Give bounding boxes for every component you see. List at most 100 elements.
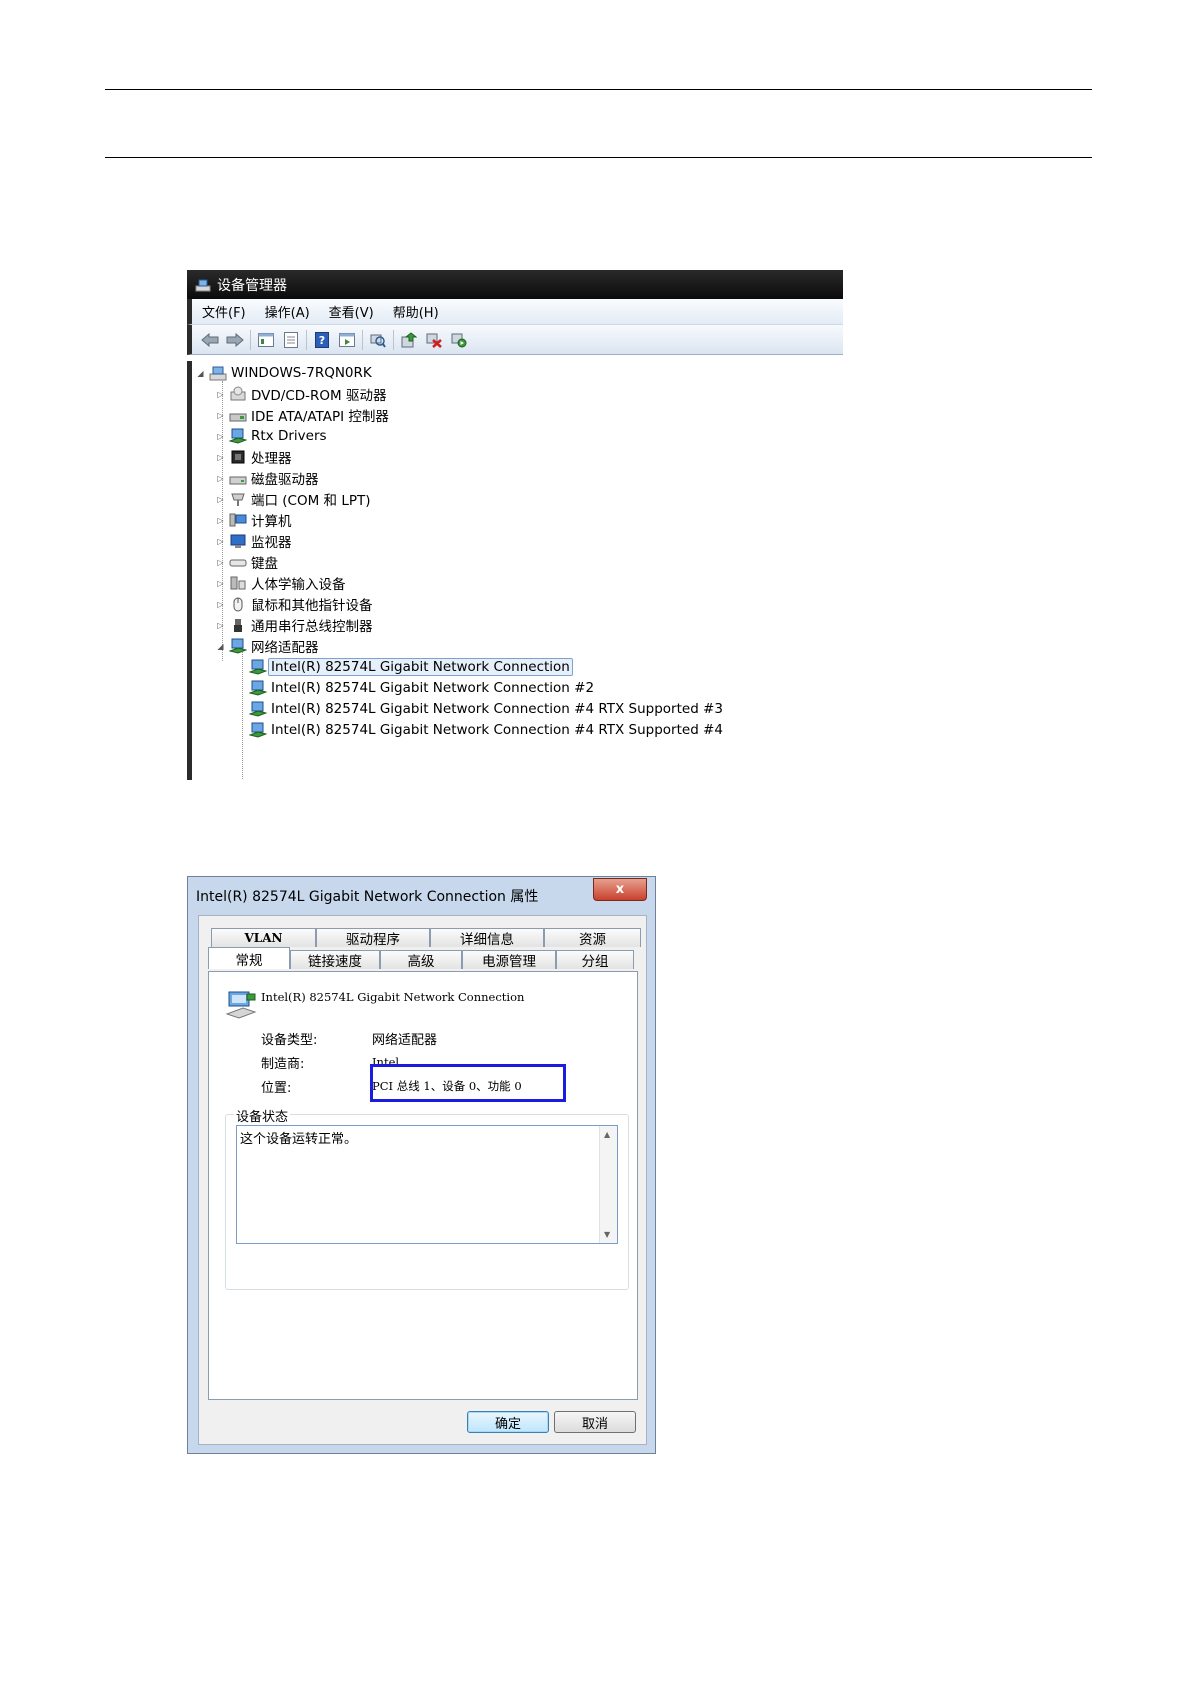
tree-category-node[interactable]: ▷ 鼠标和其他指针设备 [216,594,373,614]
menu-help[interactable]: 帮助(H) [393,302,439,321]
help-icon[interactable]: ? [312,330,332,350]
tree-adapter-node[interactable]: Intel(R) 82574L Gigabit Network Connecti… [249,720,723,740]
toolbar-separator [306,329,307,350]
device-manager-icon [195,279,211,291]
expand-arrow-icon[interactable]: ▷ [216,411,225,420]
collapse-arrow-icon[interactable]: ◢ [196,369,205,378]
tree-category-label: 网络适配器 [251,640,319,656]
usb-icon [229,617,247,633]
tree-category-label: Rtx Drivers [251,428,327,444]
ok-button[interactable]: 确定 [467,1411,549,1433]
tree-category-label: IDE ATA/ATAPI 控制器 [251,409,389,425]
expand-arrow-icon[interactable]: ▷ [216,390,225,399]
scroll-down-icon[interactable]: ▼ [604,1230,610,1239]
expand-arrow-icon[interactable]: ▷ [216,558,225,567]
cancel-button[interactable]: 取消 [554,1411,636,1433]
back-icon[interactable] [200,330,220,350]
device-status-text: 这个设备运转正常。 [240,1132,358,1147]
expand-arrow-icon[interactable]: ▷ [216,516,225,525]
tree-category-node[interactable]: ▷ IDE ATA/ATAPI 控制器 [216,405,389,425]
toolbar-separator [362,329,363,350]
general-tab-panel: Intel(R) 82574L Gigabit Network Connecti… [208,971,638,1400]
scan-hardware-icon[interactable] [368,330,388,350]
tree-category-label: 监视器 [251,535,292,551]
device-manager-window: 设备管理器 文件(F) 操作(A) 查看(V) 帮助(H) ? ◢ WINDOW… [187,270,843,780]
computer-icon [229,512,247,528]
tab-details[interactable]: 详细信息 [430,928,544,948]
location-label: 位置: [261,1081,292,1096]
tree-adapter-node[interactable]: Intel(R) 82574L Gigabit Network Connecti… [249,657,573,677]
close-button[interactable]: x [593,878,647,901]
enable-device-icon[interactable] [449,330,469,350]
console-tree-icon[interactable] [256,330,276,350]
menu-action[interactable]: 操作(A) [265,302,310,321]
menu-bar: 文件(F) 操作(A) 查看(V) 帮助(H) [187,299,843,325]
network-adapter-icon [249,722,267,738]
tree-category-label: 人体学输入设备 [251,577,346,593]
expand-arrow-icon[interactable]: ▷ [216,621,225,630]
update-driver-icon[interactable] [399,330,419,350]
tree-category-node[interactable]: ▷ 人体学输入设备 [216,573,346,593]
tab-driver[interactable]: 驱动程序 [316,928,430,948]
tree-category-label: 计算机 [251,514,292,530]
tab-advanced[interactable]: 高级 [380,950,462,970]
expand-arrow-icon[interactable]: ▷ [216,432,225,441]
tree-adapter-label: Intel(R) 82574L Gigabit Network Connecti… [271,680,595,696]
properties-sheet-icon[interactable] [281,330,301,350]
port-icon [229,491,247,507]
tab-link-speed[interactable]: 链接速度 [290,950,380,970]
tree-category-node[interactable]: ▷ 通用串行总线控制器 [216,615,373,635]
expand-arrow-icon[interactable]: ▷ [216,453,225,462]
tree-category-label: 端口 (COM 和 LPT) [251,493,371,509]
tree-category-node[interactable]: ▷ 端口 (COM 和 LPT) [216,489,371,509]
tab-power-management[interactable]: 电源管理 [462,950,556,970]
tab-resources[interactable]: 资源 [544,928,641,948]
expand-arrow-icon[interactable]: ▷ [216,579,225,588]
network-adapter-icon [249,659,267,675]
tab-vlan[interactable]: VLAN [211,928,316,947]
tab-row-top: VLAN 驱动程序 详细信息 资源 [211,928,641,948]
monitor-icon [229,533,247,549]
tab-general[interactable]: 常规 [208,947,290,969]
tree-adapter-node[interactable]: Intel(R) 82574L Gigabit Network Connecti… [249,678,594,698]
device-status-group: 设备状态 这个设备运转正常。 ▲ ▼ [225,1106,629,1290]
header-rule-bottom [105,157,1092,158]
expand-arrow-icon[interactable]: ▷ [216,537,225,546]
tree-category-node[interactable]: ▷ 磁盘驱动器 [216,468,318,488]
scroll-up-icon[interactable]: ▲ [604,1130,610,1139]
expand-arrow-icon[interactable]: ▷ [216,495,225,504]
tree-category-node[interactable]: ▷ DVD/CD-ROM 驱动器 [216,384,386,404]
tree-category-node[interactable]: ▷ 键盘 [216,552,278,572]
tree-category-node[interactable]: ▷ Rtx Drivers [216,426,327,446]
tree-category-node[interactable]: ▷ 计算机 [216,510,292,530]
tree-category-node[interactable]: ▷ 监视器 [216,531,292,551]
tree-adapter-node[interactable]: Intel(R) 82574L Gigabit Network Connecti… [249,699,723,719]
device-manager-title: 设备管理器 [217,277,287,294]
action-pane-icon[interactable] [337,330,357,350]
expand-arrow-icon[interactable]: ▷ [216,474,225,483]
tree-root-node[interactable]: ◢ WINDOWS-7RQN0RK [196,363,372,383]
header-rule-top [105,89,1092,90]
disk-drive-icon [229,470,247,486]
svg-text:?: ? [319,334,325,347]
collapse-arrow-icon[interactable]: ◢ [216,642,225,651]
tree-category-node[interactable]: ▷ 处理器 [216,447,292,467]
device-manager-titlebar: 设备管理器 [187,270,843,299]
network-adapter-icon [249,680,267,696]
device-status-legend: 设备状态 [234,1106,291,1125]
uninstall-icon[interactable] [424,330,444,350]
menu-file[interactable]: 文件(F) [202,302,246,321]
toolbar: ? [187,325,843,355]
tab-teaming[interactable]: 分组 [556,950,634,970]
menu-view[interactable]: 查看(V) [329,302,374,321]
expand-arrow-icon[interactable]: ▷ [216,600,225,609]
status-scrollbar[interactable]: ▲ ▼ [599,1126,617,1243]
dialog-title: Intel(R) 82574L Gigabit Network Connecti… [196,889,539,905]
tree-category-node[interactable]: ◢ 网络适配器 [216,636,319,656]
tree-root-label: WINDOWS-7RQN0RK [231,365,372,381]
toolbar-separator [393,329,394,350]
forward-icon[interactable] [225,330,245,350]
device-status-textbox[interactable]: 这个设备运转正常。 ▲ ▼ [236,1125,618,1244]
manufacturer-label: 制造商: [261,1057,305,1072]
device-name: Intel(R) 82574L Gigabit Network Connecti… [261,990,525,1004]
